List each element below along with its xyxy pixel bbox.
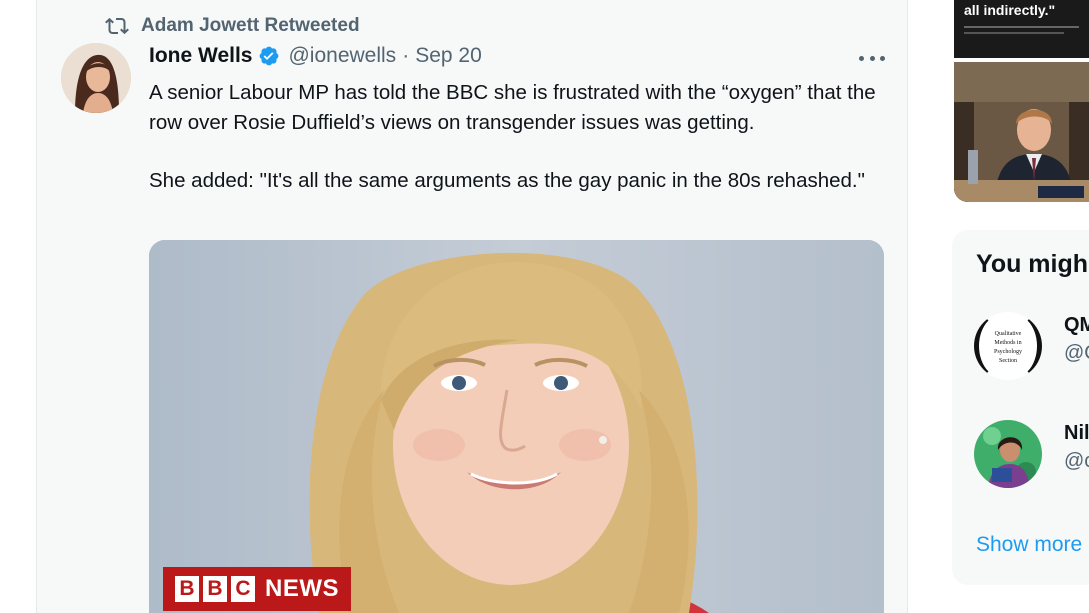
- page: Adam Jowett Retweeted Ione Wells @ionewe…: [0, 0, 1089, 613]
- bbc-news-word: NEWS: [265, 575, 339, 602]
- suggestion-item[interactable]: Nil @c: [974, 420, 1089, 494]
- suggestion-item[interactable]: Qualitative Methods in Psychology Sectio…: [974, 312, 1089, 386]
- header-separator: ·: [402, 44, 410, 67]
- tweet-card[interactable]: Adam Jowett Retweeted Ione Wells @ionewe…: [36, 0, 908, 613]
- tweet-date[interactable]: Sep 20: [415, 44, 482, 68]
- suggestion-avatar[interactable]: [974, 420, 1042, 488]
- more-dot: [880, 55, 885, 61]
- author-avatar-image: [61, 43, 131, 113]
- retweet-label: Adam Jowett Retweeted: [141, 15, 360, 36]
- portrait-photo: [149, 240, 884, 613]
- tweet-media-photo[interactable]: B B C NEWS: [149, 240, 884, 613]
- more-options-icon[interactable]: [859, 48, 885, 68]
- bbc-letter: B: [203, 576, 227, 602]
- avatar-text: Methods in: [994, 340, 1021, 346]
- bbc-news-logo: B B C NEWS: [163, 567, 351, 611]
- tweet-paragraph: She added: "It's all the same arguments …: [149, 169, 865, 192]
- thumbnail-caption-line: [964, 26, 1079, 28]
- suggestion-avatar[interactable]: Qualitative Methods in Psychology Sectio…: [974, 312, 1042, 380]
- author-handle[interactable]: @ionewells: [288, 44, 396, 68]
- more-dot: [869, 55, 875, 61]
- left-gutter: [0, 0, 36, 613]
- video-still: [954, 62, 1089, 202]
- sidebar-media-thumbnail[interactable]: all indirectly.": [954, 0, 1089, 58]
- bbc-letter: C: [231, 576, 255, 602]
- show-more-link[interactable]: Show more: [976, 533, 1082, 557]
- qmip-logo-avatar: Qualitative Methods in Psychology Sectio…: [974, 312, 1042, 380]
- retweet-indicator[interactable]: Adam Jowett Retweeted: [105, 14, 360, 38]
- suggestion-handle: @c: [1064, 450, 1089, 472]
- sidebar-video-thumbnail[interactable]: [954, 62, 1089, 202]
- suggestion-name[interactable]: Nil: [1064, 422, 1089, 445]
- tweet-header: Ione Wells @ionewells · Sep 20: [149, 44, 482, 68]
- avatar-text: Section: [999, 358, 1017, 364]
- tweet-paragraph: A senior Labour MP has told the BBC she …: [149, 81, 876, 134]
- who-to-follow-title: You migh: [976, 250, 1089, 278]
- thumbnail-caption-line: [964, 32, 1064, 34]
- author-name[interactable]: Ione Wells: [149, 44, 252, 68]
- person-avatar-image: [974, 420, 1042, 488]
- verified-badge-icon: [260, 46, 279, 66]
- who-to-follow-panel: You migh Qualitative Methods in Psycholo…: [952, 230, 1089, 585]
- avatar-text: Qualitative: [995, 331, 1022, 337]
- avatar-text: Psychology: [994, 349, 1022, 355]
- more-dot: [859, 55, 864, 61]
- thumbnail-quote: all indirectly.": [964, 2, 1056, 18]
- right-sidebar: all indirectly." You migh Qualitative Me…: [908, 0, 1089, 613]
- suggestion-handle: @Q: [1064, 342, 1089, 364]
- tweet-text: A senior Labour MP has told the BBC she …: [149, 78, 894, 196]
- suggestion-name[interactable]: QM: [1064, 314, 1089, 337]
- retweet-icon: [105, 17, 129, 35]
- author-avatar[interactable]: [61, 43, 131, 113]
- bbc-letter: B: [175, 576, 199, 602]
